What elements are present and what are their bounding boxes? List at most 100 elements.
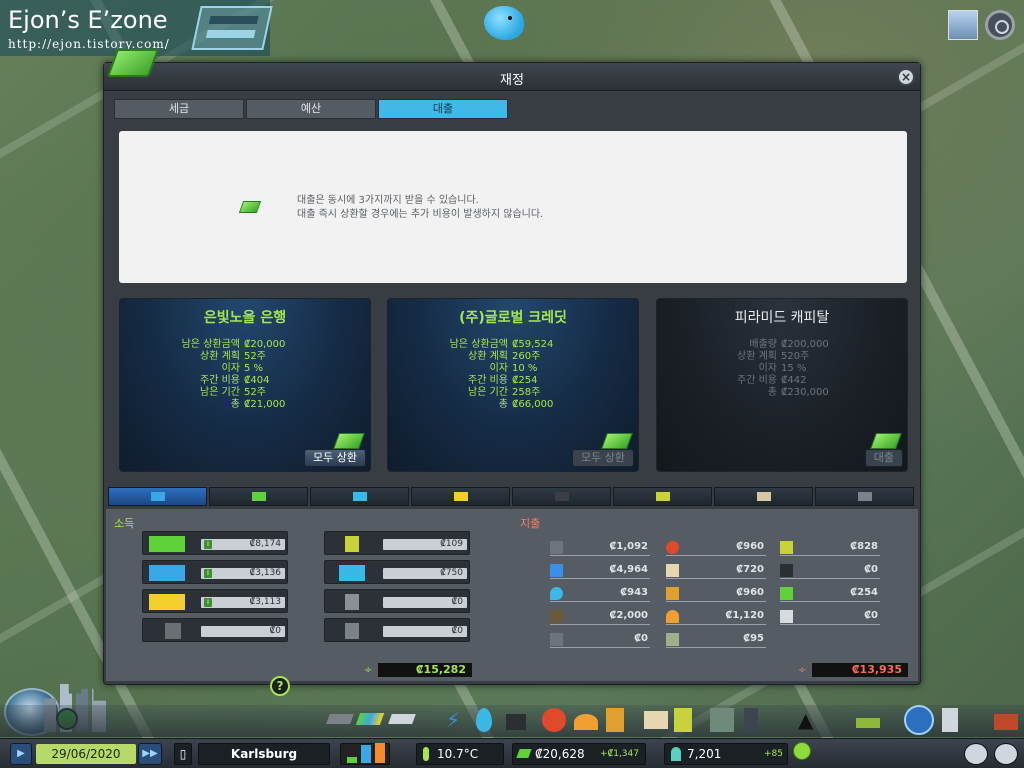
row-value: ₡200,000 bbox=[781, 339, 829, 350]
lender-row: 이자 5 % bbox=[120, 363, 370, 375]
road-icon bbox=[550, 541, 563, 554]
help-button[interactable]: ? bbox=[270, 676, 290, 696]
landscaping-tool-icon[interactable] bbox=[856, 718, 880, 728]
row-value: ₡230,000 bbox=[781, 387, 829, 398]
commercial-icon bbox=[149, 565, 185, 581]
lender-row: 남은 상환금액 ₡20,000 bbox=[120, 339, 370, 351]
expense-row: ₡1,120 bbox=[666, 609, 766, 625]
income-value: ₡3,136 bbox=[201, 568, 285, 579]
tab-factory[interactable] bbox=[512, 487, 611, 506]
gear-icon[interactable] bbox=[985, 10, 1015, 40]
city-info-icon[interactable] bbox=[948, 10, 978, 40]
electricity-tool-icon[interactable]: ⚡ bbox=[446, 708, 470, 732]
panel-header: 재정 × bbox=[104, 49, 920, 91]
police-tool-icon[interactable] bbox=[606, 708, 624, 732]
row-value: ₡21,000 bbox=[244, 399, 286, 410]
info-views-icon[interactable]: ▯ bbox=[174, 743, 192, 765]
row-label: 주간 비용 bbox=[200, 375, 240, 386]
landmark-tool-icon[interactable] bbox=[744, 708, 758, 732]
tab-residential[interactable] bbox=[108, 487, 207, 506]
lender-row: 총 ₡230,000 bbox=[657, 387, 907, 399]
loan-info-box: 대출은 동시에 3가지까지 받을 수 있습니다. 대출 즉시 상환할 경우에는 … bbox=[119, 131, 907, 283]
city-name[interactable]: Karlsburg bbox=[198, 743, 330, 765]
expense-row: ₡0 bbox=[780, 609, 880, 625]
water-tool-icon[interactable] bbox=[476, 708, 492, 732]
close-button[interactable]: × bbox=[897, 68, 915, 86]
fire-tool-icon[interactable] bbox=[574, 714, 598, 730]
row-label: 총 bbox=[498, 399, 508, 410]
expand-icon[interactable] bbox=[994, 743, 1018, 765]
toggle-icon[interactable]: i bbox=[204, 569, 212, 578]
take-loan-button[interactable]: 대출 bbox=[864, 449, 903, 467]
residential-demand-bar bbox=[347, 757, 357, 763]
income-value: ₡0 bbox=[201, 626, 285, 637]
districts-tool-icon[interactable] bbox=[388, 714, 416, 724]
repay-all-button[interactable]: 모두 상환 bbox=[572, 449, 634, 467]
lender-card-3: 피라미드 캐피탈 배출량 ₡200,000 상환 계획 520주 이자 15 % 주간… bbox=[656, 298, 908, 472]
repay-all-button[interactable]: 모두 상환 bbox=[304, 449, 366, 467]
lender-row: 배출량 ₡200,000 bbox=[657, 339, 907, 351]
expense-row: ₡943 bbox=[550, 586, 650, 602]
transport-tool-icon[interactable] bbox=[674, 708, 692, 732]
expense-value: ₡1,120 bbox=[725, 610, 764, 621]
toggle-icon[interactable]: i bbox=[204, 540, 212, 549]
row-label: 주간 비용 bbox=[468, 375, 508, 386]
income-value: ₡750 bbox=[383, 568, 467, 579]
expense-row: ₡95 bbox=[666, 632, 766, 648]
lender-name: (주)글로벌 크레딧 bbox=[459, 310, 567, 326]
expense-row: ₡1,092 bbox=[550, 540, 650, 556]
lender-row: 이자 10 % bbox=[388, 363, 638, 375]
expense-value: ₡720 bbox=[736, 564, 764, 575]
lender-row: 상환 계획 52주 bbox=[120, 351, 370, 363]
row-value: ₡254 bbox=[512, 375, 538, 386]
row-label: 총 bbox=[230, 399, 240, 410]
wonders-tool-icon[interactable]: ▲ bbox=[798, 708, 822, 732]
tab-road[interactable] bbox=[815, 487, 914, 506]
fire-icon bbox=[666, 541, 679, 554]
tab-budget[interactable]: 예산 bbox=[246, 99, 376, 119]
tab-transport[interactable] bbox=[613, 487, 712, 506]
tab-loans[interactable]: 대출 bbox=[378, 99, 508, 119]
tab-industrial[interactable] bbox=[310, 487, 409, 506]
income-row: ₡0 bbox=[324, 589, 470, 613]
tab-commercial[interactable] bbox=[209, 487, 308, 506]
water-drop-icon bbox=[550, 587, 563, 600]
row-value: 260주 bbox=[512, 351, 541, 362]
population-delta: +85 bbox=[764, 749, 783, 759]
row-value: ₡404 bbox=[244, 375, 270, 386]
expense-value: ₡1,092 bbox=[609, 541, 648, 552]
income-row: ₡750 bbox=[324, 560, 470, 584]
health-tool-icon[interactable] bbox=[542, 708, 566, 732]
income-total: ₡15,282 bbox=[378, 663, 472, 677]
tab-office[interactable] bbox=[411, 487, 510, 506]
chirper-bird-icon[interactable] bbox=[484, 6, 524, 40]
row-label: 배출량 bbox=[749, 339, 777, 350]
roads-tool-icon[interactable] bbox=[326, 714, 354, 724]
garbage-tool-icon[interactable] bbox=[506, 714, 526, 730]
loan-info-line-1: 대출은 동시에 3가지까지 받을 수 있습니다. bbox=[297, 195, 479, 206]
play-button[interactable]: ▶ bbox=[10, 743, 32, 765]
expense-value: ₡960 bbox=[736, 541, 764, 552]
bus-icon bbox=[780, 541, 793, 554]
row-value: ₡66,000 bbox=[512, 399, 554, 410]
education-tool-icon[interactable] bbox=[644, 711, 668, 729]
speed-button[interactable]: ▶▶ bbox=[138, 743, 162, 765]
watermark-badge-icon bbox=[191, 6, 273, 50]
camera-icon[interactable] bbox=[964, 743, 988, 765]
monument-tool-icon[interactable] bbox=[710, 708, 734, 732]
finance-tool-icon[interactable] bbox=[904, 705, 934, 735]
row-label: 남은 상환금액 bbox=[449, 339, 508, 350]
tab-tourism[interactable] bbox=[714, 487, 813, 506]
money-delta: +₡1,347 bbox=[599, 749, 639, 759]
bulldozer-tool-icon[interactable] bbox=[994, 714, 1018, 730]
toggle-icon[interactable]: i bbox=[204, 598, 212, 607]
expense-row: ₡0 bbox=[780, 563, 880, 579]
lender-row: 총 ₡66,000 bbox=[388, 399, 638, 411]
policies-tool-icon[interactable] bbox=[942, 708, 958, 732]
population-value: 7,201 bbox=[687, 747, 722, 761]
income-total-icon: ÷ bbox=[364, 665, 373, 676]
zoning-tool-icon[interactable] bbox=[355, 713, 385, 725]
expense-value: ₡95 bbox=[743, 633, 764, 644]
lender-name: 피라미드 캐피탈 bbox=[734, 310, 830, 326]
tab-taxes[interactable]: 세금 bbox=[114, 99, 244, 119]
